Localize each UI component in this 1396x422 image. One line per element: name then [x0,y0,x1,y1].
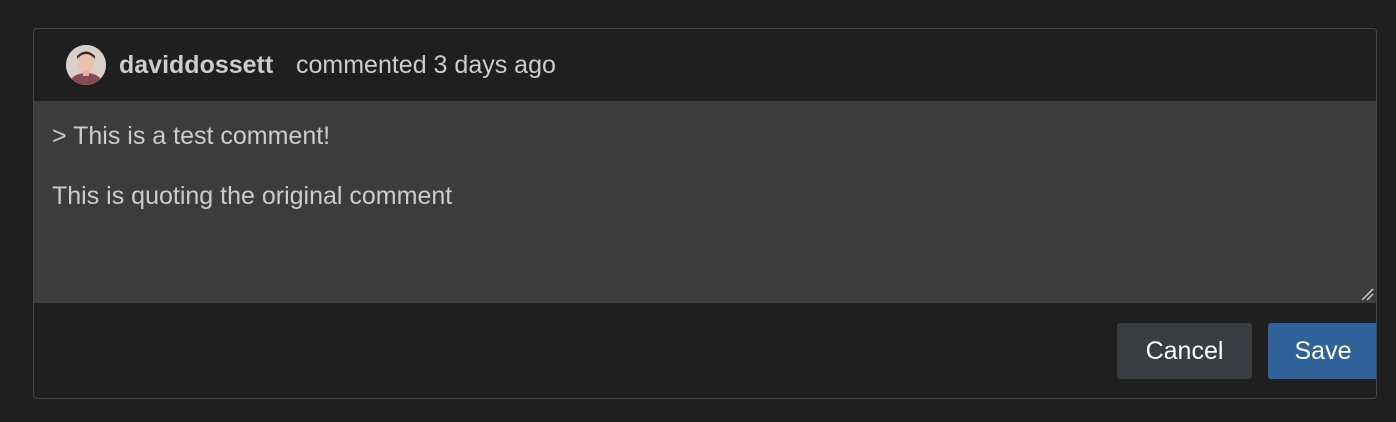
comment-editor[interactable]: > This is a test comment! This is quotin… [34,102,1376,303]
editor-line: > This is a test comment! [52,122,331,150]
resize-handle-icon[interactable] [1360,287,1374,301]
comment-timestamp: commented 3 days ago [296,51,556,79]
avatar[interactable] [66,45,106,85]
comment-card: daviddossett commented 3 days ago > This… [33,28,1377,399]
cancel-button[interactable]: Cancel [1117,323,1252,379]
comment-author[interactable]: daviddossett [119,51,273,80]
comment-header: daviddossett commented 3 days ago [34,29,1376,102]
user-avatar-icon [66,45,106,85]
save-button[interactable]: Save [1268,323,1376,379]
editor-line: This is quoting the original comment [52,182,453,210]
